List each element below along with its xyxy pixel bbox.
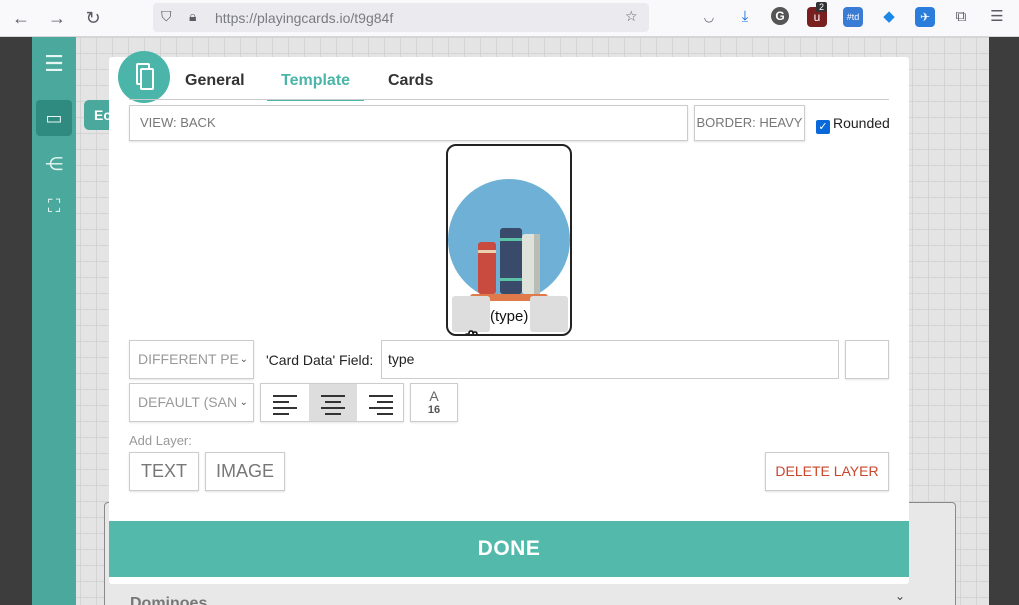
text-alignment-group: [260, 383, 404, 422]
hamburger-menu-icon[interactable]: ☰: [36, 46, 72, 82]
left-sidebar: ☰ ▭ ⋲ ⛶: [32, 37, 76, 605]
bookmark-star-icon[interactable]: ☆: [625, 8, 638, 25]
lock-icon[interactable]: 🔒︎: [189, 8, 196, 25]
menu-icon[interactable]: ☰: [987, 7, 1007, 27]
cards-icon: [118, 51, 170, 103]
tab-cards[interactable]: Cards: [374, 72, 447, 101]
rounded-label: Rounded: [833, 115, 890, 131]
tab-template[interactable]: Template: [267, 72, 365, 101]
delete-layer-button[interactable]: DELETE LAYER: [765, 452, 889, 491]
align-center-icon[interactable]: [309, 384, 357, 421]
view-select[interactable]: VIEW: BACK: [129, 105, 688, 141]
card-data-field-label: 'Card Data' Field:: [266, 352, 374, 368]
font-size-value: 16: [427, 404, 441, 416]
badge-count: 2: [816, 2, 828, 12]
books-image: [448, 179, 570, 301]
reload-icon[interactable]: ↻: [82, 8, 104, 28]
add-image-layer-button[interactable]: IMAGE: [205, 452, 285, 491]
diamond-extension-icon[interactable]: ◆: [879, 7, 899, 27]
share-icon[interactable]: ⋲: [36, 146, 72, 182]
grammarly-icon[interactable]: G: [771, 7, 789, 25]
tab-divider: [129, 99, 889, 100]
font-size-button[interactable]: A 16: [410, 383, 458, 422]
checkbox-checked-icon[interactable]: ✓: [816, 120, 830, 134]
tab-general[interactable]: General: [171, 72, 259, 101]
add-text-layer-button[interactable]: TEXT: [129, 452, 199, 491]
plane-extension-icon[interactable]: ✈: [915, 7, 935, 27]
align-right-icon[interactable]: [357, 384, 405, 421]
forward-icon[interactable]: →: [46, 8, 68, 28]
done-button[interactable]: DONE: [109, 521, 909, 577]
todo-extension-icon[interactable]: #td: [843, 7, 863, 27]
border-select[interactable]: BORDER: HEAVY: [694, 105, 805, 141]
move-handle-icon[interactable]: [452, 296, 490, 334]
pocket-icon[interactable]: ◡: [699, 7, 719, 27]
browser-toolbar: ← → ↻ ⛉ 🔒︎ https://playingcards.io/t9g84…: [0, 0, 1019, 37]
panel-label: Dominoes: [130, 595, 208, 605]
color-picker[interactable]: [845, 340, 889, 379]
chevron-down-icon: ⌄: [239, 397, 248, 408]
downloads-icon[interactable]: ⤓: [735, 7, 755, 27]
shield-icon[interactable]: ⛉: [161, 8, 172, 25]
template-editor-dialog: General Template Cards VIEW: BACK BORDER…: [109, 51, 909, 584]
fullscreen-icon[interactable]: ⛶: [36, 188, 72, 224]
align-left-icon[interactable]: [261, 384, 309, 421]
url-text: https://playingcards.io/t9g84f: [215, 10, 394, 26]
address-bar[interactable]: ⛉ 🔒︎ https://playingcards.io/t9g84f ☆: [153, 3, 649, 32]
rounded-checkbox[interactable]: ✓ Rounded: [816, 115, 890, 134]
chevron-down-icon: ⌄: [239, 354, 248, 365]
resize-handle-icon[interactable]: [530, 296, 568, 332]
toolbox-icon[interactable]: ▭: [36, 100, 72, 136]
add-layer-label: Add Layer:: [129, 433, 192, 448]
card-field-text: (type): [490, 308, 529, 325]
extensions-icon[interactable]: ⧉: [951, 7, 971, 27]
data-mode-select[interactable]: DIFFERENT PE ⌄: [129, 340, 254, 379]
back-icon[interactable]: ←: [10, 8, 32, 28]
font-size-letter: A: [429, 388, 439, 404]
font-select[interactable]: DEFAULT (SAN ⌄: [129, 383, 254, 422]
chevron-down-icon[interactable]: ⌄: [895, 589, 905, 603]
card-data-field-input[interactable]: type: [381, 340, 839, 379]
card-preview[interactable]: (type): [446, 144, 572, 336]
